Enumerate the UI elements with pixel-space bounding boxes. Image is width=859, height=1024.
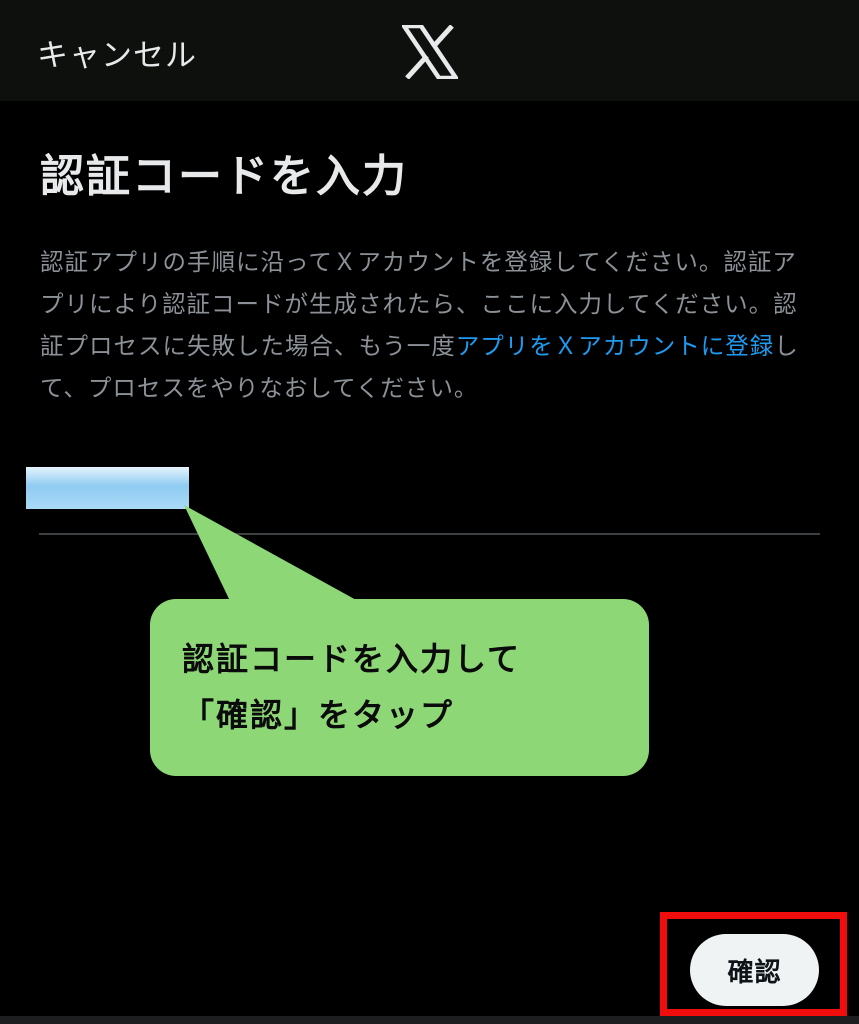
screen: キャンセル 認証コードを入力 認証アプリの手順に沿ってＸアカウントを登録してくだ… xyxy=(0,0,859,1024)
header: キャンセル xyxy=(0,0,859,101)
input-underline xyxy=(39,533,820,535)
callout-line-2: 「確認」をタップ xyxy=(182,696,455,734)
callout-line-1: 認証コードを入力して xyxy=(182,640,522,678)
bottom-bar xyxy=(0,1016,859,1024)
description: 認証アプリの手順に沿ってＸアカウントを登録してください。認証アプリにより認証コー… xyxy=(40,241,820,409)
verification-code-input[interactable] xyxy=(26,467,189,509)
register-app-link[interactable]: アプリをＸアカウントに登録 xyxy=(456,332,775,360)
confirm-button[interactable]: 確認 xyxy=(690,934,819,1006)
x-logo-icon xyxy=(402,25,458,79)
page-title: 認証コードを入力 xyxy=(40,151,408,202)
cancel-button[interactable]: キャンセル xyxy=(37,30,197,75)
instruction-callout: 認証コードを入力して 「確認」をタップ xyxy=(150,599,649,776)
